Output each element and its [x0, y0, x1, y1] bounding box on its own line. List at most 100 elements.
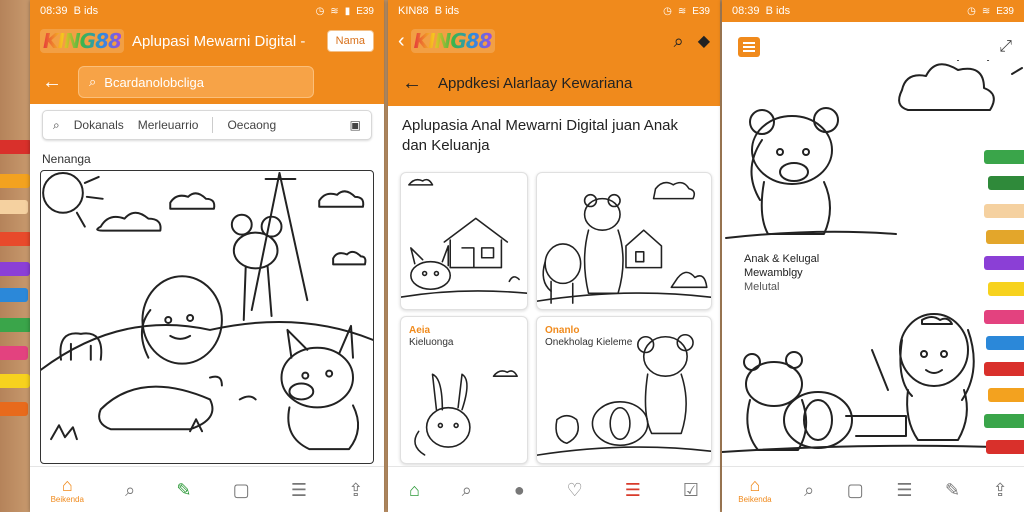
phone-screen-2: KIN88 B ids ◷ ≋ E39 ‹ KING88 ⌕ ◆ ← Appdkes…: [388, 0, 720, 512]
status-time: 08:39: [732, 5, 760, 17]
alarm-icon: ◷: [315, 5, 325, 17]
nav-home-label: Beikenda: [50, 495, 84, 504]
home-icon: ⌂: [408, 479, 420, 500]
status-time: KIN88: [398, 5, 429, 17]
nav-palette[interactable]: ✎: [176, 480, 191, 500]
search-placeholder: Bcardanolobcliga: [104, 74, 205, 90]
card-1-drawing: [401, 178, 527, 298]
nav-search[interactable]: ⌕: [804, 480, 814, 500]
app-bar: KING88 Aplupasi Mewarni Digital - Nama: [30, 22, 384, 60]
nav-home[interactable]: ⌂ Beikenda: [51, 475, 84, 504]
nav-gallery[interactable]: ▢: [233, 480, 250, 500]
nav-home[interactable]: ⌂ Beikenda: [738, 475, 771, 504]
phone-screen-1: 08:39 B ids ◷ ≋ ▮ E39 KING88 Aplupasi Mewar…: [30, 0, 384, 512]
app-bar: ‹ KING88 ⌕ ◆: [388, 22, 720, 60]
page-header: ← Appdkesi Alarlaay Kewariana: [388, 60, 720, 106]
search-icon[interactable]: ⌕: [674, 31, 684, 52]
search-icon: ⌕: [804, 479, 815, 500]
chat-icon: ☰: [896, 479, 913, 500]
signal-icon: ▮: [344, 5, 351, 17]
card-2-drawing: [537, 181, 711, 304]
section-label: Nenanga: [42, 152, 91, 166]
gallery-icon: ▢: [232, 479, 250, 500]
nav-heart[interactable]: ♡: [567, 480, 583, 500]
card-3-tag: Aeia: [409, 325, 431, 336]
menu-button[interactable]: [738, 37, 760, 57]
gallery-icon: ▢: [846, 479, 864, 500]
edit-icon: ☑: [682, 479, 699, 500]
nav-search[interactable]: ⌕: [462, 480, 472, 500]
search-input[interactable]: ⌕ Bcardanolobcliga: [78, 66, 314, 98]
nav-share[interactable]: ⇪: [348, 480, 363, 500]
status-carrier: B ids: [434, 5, 460, 17]
chevron-left-icon[interactable]: ‹: [398, 30, 405, 53]
filter-item-1[interactable]: Dokanals: [74, 118, 124, 132]
brush-icon: ✎: [945, 479, 961, 500]
battery-level: E39: [356, 5, 374, 17]
chat-icon: ☰: [290, 479, 308, 500]
palette-icon[interactable]: ◆: [698, 31, 710, 51]
palette-icon: ✎: [176, 479, 192, 500]
coloring-card-1[interactable]: [400, 172, 528, 310]
nav-chat[interactable]: ☰: [291, 480, 307, 500]
list-icon: ☰: [624, 479, 641, 500]
coloring-card-3[interactable]: Aeia Kieluonga: [400, 316, 528, 464]
page-title: Appdkesi Alarlaay Kewariana: [438, 74, 633, 92]
caption: Anak & Kelugal Mewamblgy Melutal: [744, 252, 819, 294]
nav-brush[interactable]: ✎: [945, 480, 960, 500]
king88-logo: KING88: [43, 29, 122, 53]
card-3-label: Kieluonga: [409, 337, 454, 348]
king88-logo: KING88: [413, 29, 493, 53]
card-4-text: Onanlo Onekholag Kieleme: [545, 325, 632, 349]
caption-line-3: Melutal: [744, 281, 780, 293]
nav-info[interactable]: ●: [514, 480, 525, 500]
nav-share[interactable]: ⇪: [993, 480, 1008, 500]
battery-level: E39: [996, 5, 1014, 17]
bottom-nav: ⌂ ⌕ ● ♡ ☰ ☑: [388, 466, 720, 512]
divider: [212, 117, 214, 133]
card-4-tag: Onanlo: [545, 325, 580, 336]
status-bar: KIN88 B ids ◷ ≋ E39: [388, 0, 720, 22]
coloring-page-drawing: [41, 171, 373, 451]
nav-edit[interactable]: ☑: [683, 480, 699, 500]
back-arrow-icon[interactable]: ←: [42, 71, 62, 94]
coloring-canvas[interactable]: [40, 170, 374, 464]
camera-icon[interactable]: ▣: [350, 118, 361, 132]
share-icon: ⇪: [992, 479, 1008, 500]
nav-list[interactable]: ☰: [625, 480, 641, 500]
status-time: 08:39: [40, 5, 68, 17]
back-arrow-icon[interactable]: ←: [402, 72, 422, 95]
search-icon: ⌕: [89, 74, 97, 89]
magnifier-icon: ⌕: [53, 117, 60, 132]
status-carrier: B ids: [765, 5, 791, 17]
search-bar-row: ← ⌕ Bcardanolobcliga: [30, 60, 384, 104]
battery-level: E39: [692, 5, 710, 17]
nama-button[interactable]: Nama: [326, 30, 374, 52]
expand-icon[interactable]: ⤢: [999, 38, 1012, 56]
nav-gallery[interactable]: ▢: [847, 480, 864, 500]
bottom-nav: ⌂ Beikenda ⌕ ✎ ▢ ☰ ⇪: [30, 466, 384, 512]
status-carrier: B ids: [73, 5, 99, 17]
nav-chat[interactable]: ☰: [896, 480, 912, 500]
coloring-card-2[interactable]: [536, 172, 712, 310]
search-icon: ⌕: [125, 479, 136, 500]
caption-line-2: Mewamblgy: [744, 267, 803, 279]
alarm-icon: ◷: [663, 5, 672, 17]
alarm-icon: ◷: [967, 5, 976, 17]
nav-search[interactable]: ⌕: [125, 480, 135, 500]
filter-bar: ⌕ Dokanals Merleuarrio Oecaong ▣: [42, 110, 372, 140]
share-icon: ⇪: [348, 479, 364, 500]
filter-item-3[interactable]: Oecaong: [227, 118, 276, 132]
home-icon: ⌂: [61, 475, 73, 495]
nav-home[interactable]: ⌂: [409, 480, 420, 500]
status-bar: 08:39 B ids ◷ ≋ E39: [722, 0, 1024, 22]
phone-screen-3: 08:39 B ids ◷ ≋ E39 ⤢ Anak & Kelugal Mew…: [722, 0, 1024, 512]
wifi-icon: ≋: [330, 5, 339, 17]
filter-item-2[interactable]: Merleuarrio: [138, 118, 199, 132]
coloring-card-4[interactable]: Onanlo Onekholag Kieleme: [536, 316, 712, 464]
wifi-icon: ≋: [981, 5, 991, 17]
caption-line-1: Anak & Kelugal: [744, 253, 820, 265]
wifi-icon: ≋: [677, 5, 687, 17]
card-4-label: Onekholag Kieleme: [545, 337, 633, 348]
home-icon: ⌂: [749, 475, 761, 495]
